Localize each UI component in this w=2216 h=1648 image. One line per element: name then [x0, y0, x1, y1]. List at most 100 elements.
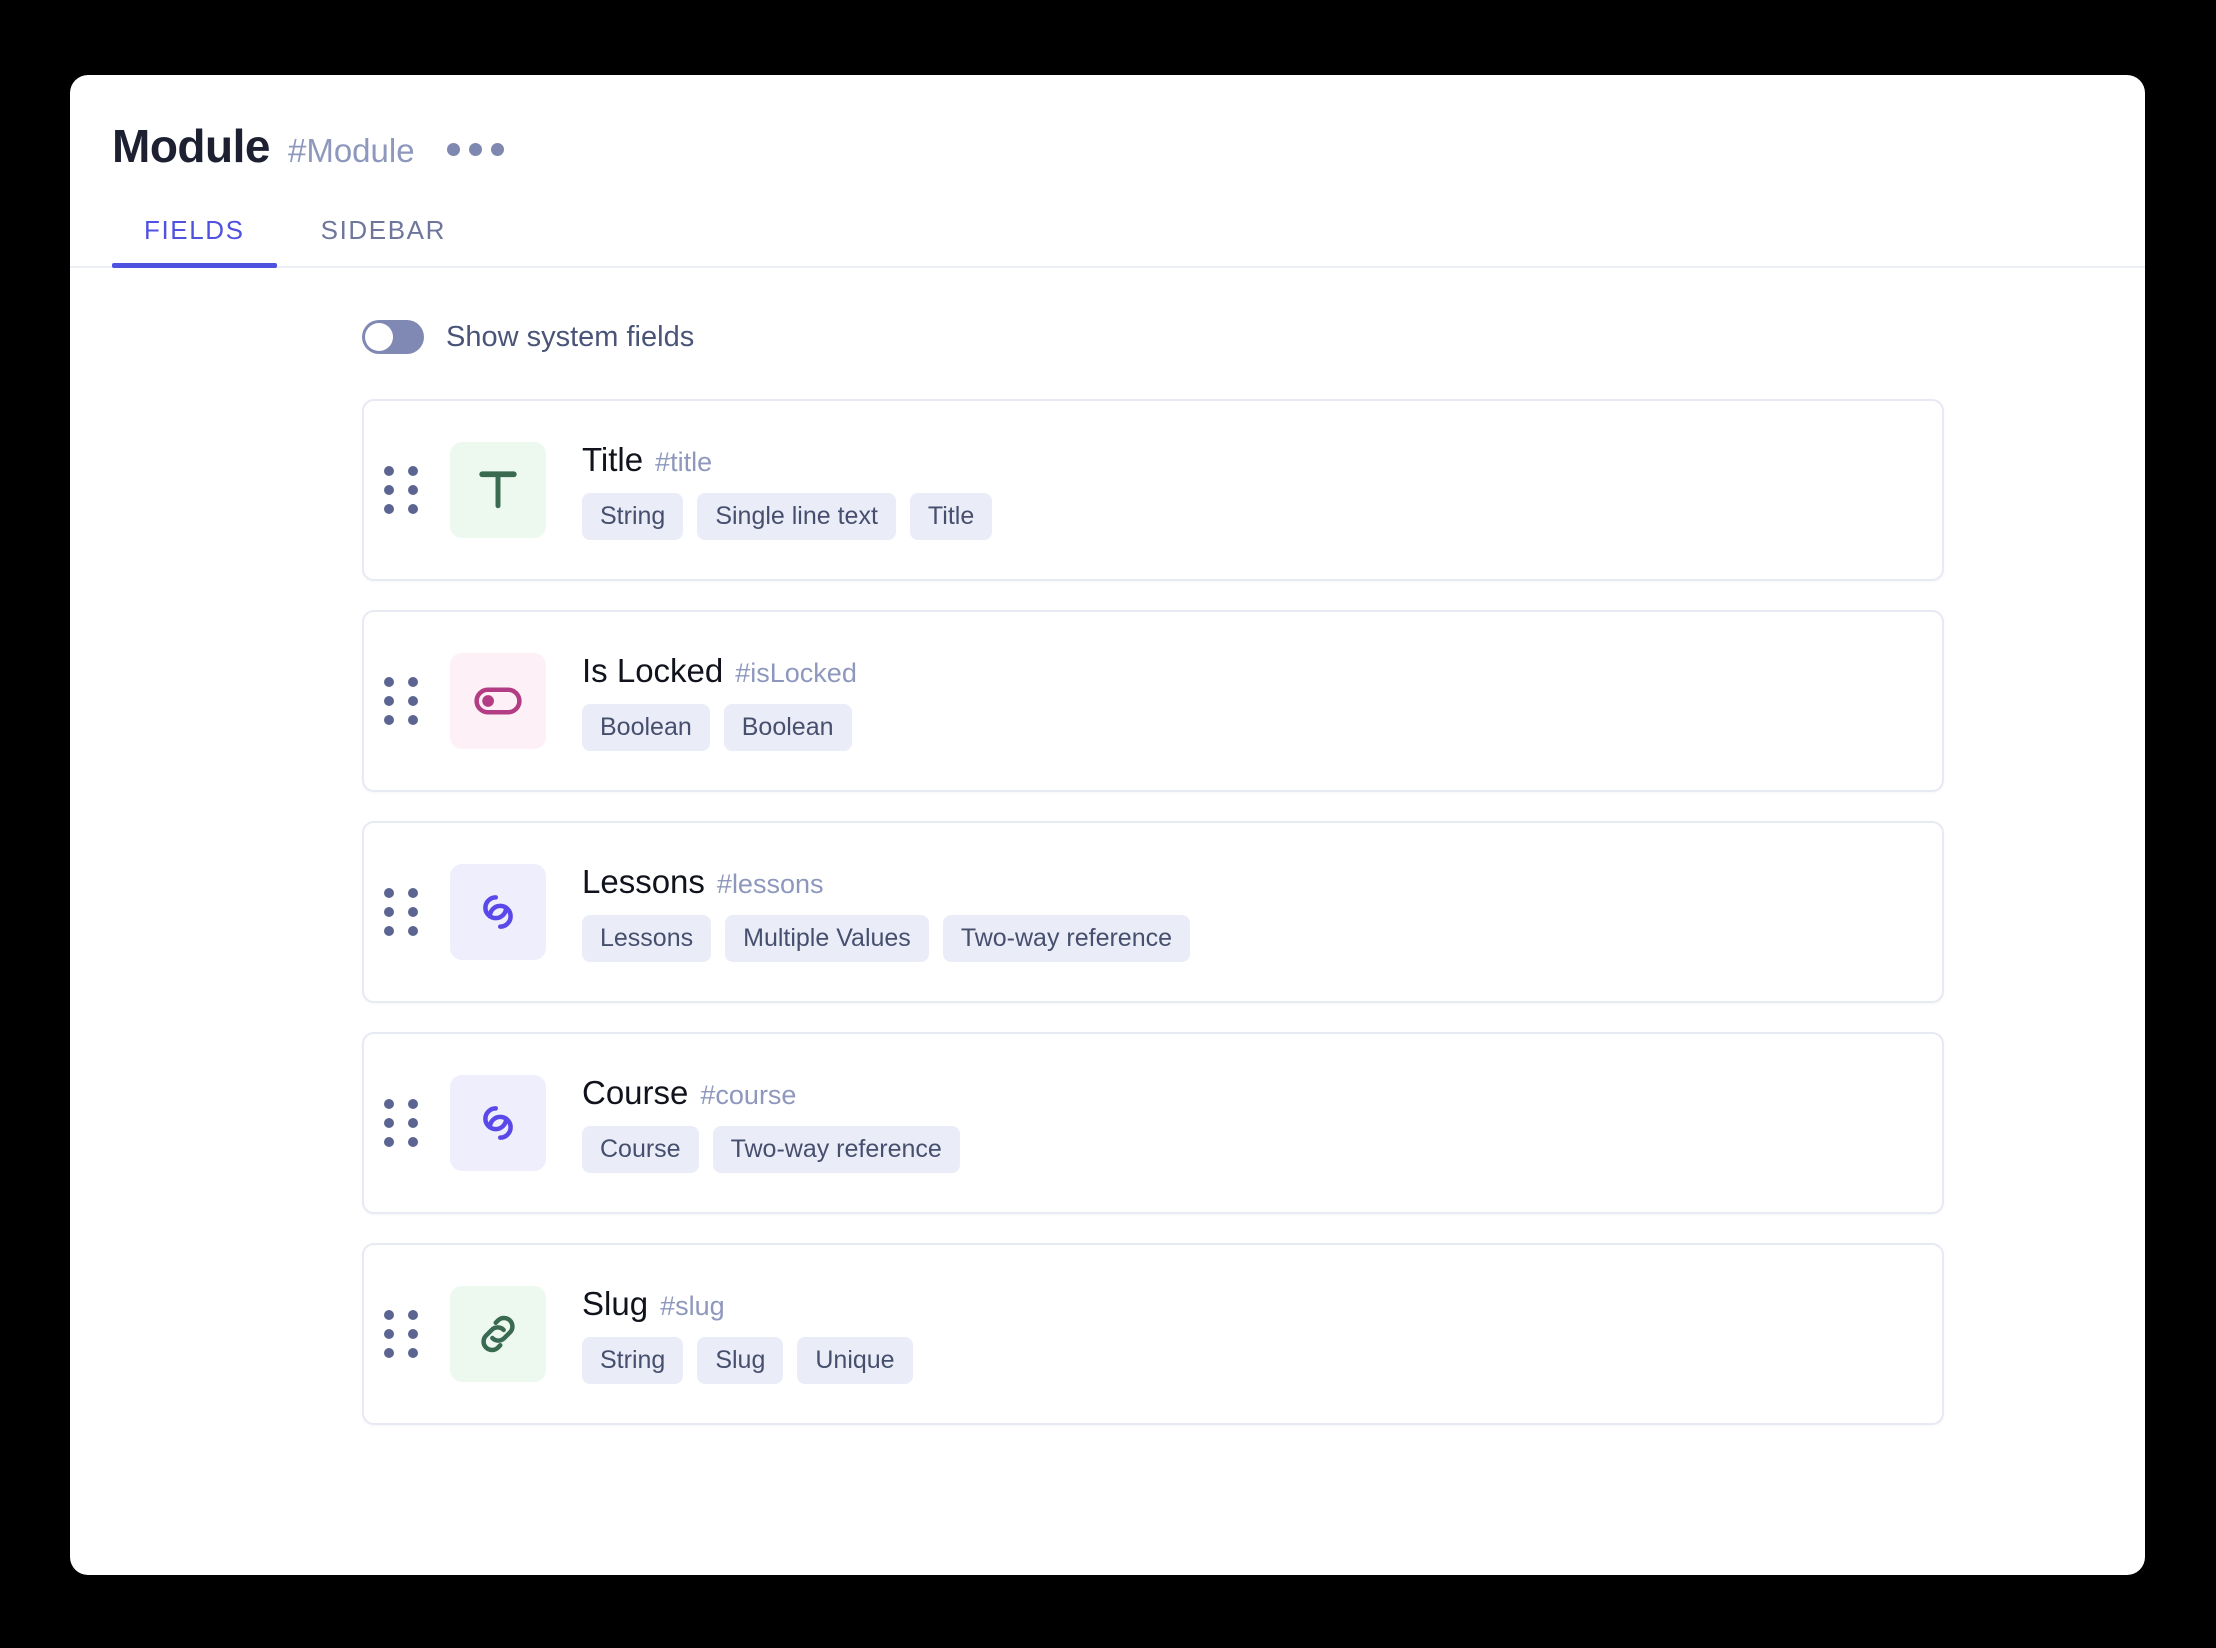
field-tag: Lessons	[582, 915, 711, 962]
drag-handle-icon[interactable]	[384, 466, 430, 514]
field-tag: Two-way reference	[713, 1126, 960, 1173]
field-name-line: Lessons #lessons	[582, 863, 1190, 901]
drag-handle-dot	[408, 888, 418, 898]
drag-handle-dot	[408, 926, 418, 936]
module-editor-card: Module #Module FIELDS SIDEBAR Show syste…	[70, 75, 2145, 1575]
field-tag: Two-way reference	[943, 915, 1190, 962]
field-tag: Boolean	[582, 704, 710, 751]
drag-handle-dot	[408, 504, 418, 514]
tab-bar: FIELDS SIDEBAR	[70, 205, 2145, 268]
drag-handle-dot	[384, 888, 394, 898]
drag-handle-icon[interactable]	[384, 677, 430, 725]
ellipsis-dot	[447, 143, 460, 156]
toggle-boolean-icon	[450, 653, 546, 749]
drag-handle-icon[interactable]	[384, 1310, 430, 1358]
tab-fields[interactable]: FIELDS	[112, 205, 277, 266]
drag-handle-dot	[384, 1329, 394, 1339]
field-name-line: Is Locked #isLocked	[582, 652, 857, 690]
field-tags: Lessons Multiple Values Two-way reference	[582, 915, 1190, 962]
field-row[interactable]: Title #title String Single line text Title	[362, 399, 1944, 581]
field-tag: Unique	[797, 1337, 912, 1384]
field-tag: Boolean	[724, 704, 852, 751]
drag-handle-dot	[408, 1348, 418, 1358]
drag-handle-dot	[384, 1099, 394, 1109]
field-tags: String Slug Unique	[582, 1337, 913, 1384]
field-tags: String Single line text Title	[582, 493, 992, 540]
tab-sidebar[interactable]: SIDEBAR	[289, 205, 478, 266]
drag-handle-dot	[408, 485, 418, 495]
field-details: Is Locked #isLocked Boolean Boolean	[582, 652, 857, 751]
field-name: Course	[582, 1074, 688, 1112]
drag-handle-dot	[408, 715, 418, 725]
ellipsis-dot	[491, 143, 504, 156]
text-t-icon	[450, 442, 546, 538]
drag-handle-dot	[408, 1329, 418, 1339]
field-tags: Boolean Boolean	[582, 704, 857, 751]
ellipsis-dot	[469, 143, 482, 156]
drag-handle-dot	[384, 1118, 394, 1128]
drag-handle-dot	[384, 677, 394, 687]
drag-handle-dot	[384, 926, 394, 936]
field-handle: #slug	[660, 1291, 725, 1322]
field-name: Title	[582, 441, 643, 479]
field-tags: Course Two-way reference	[582, 1126, 960, 1173]
fields-panel: Show system fields Title #title String Sing…	[70, 320, 2145, 1425]
drag-handle-dot	[384, 1348, 394, 1358]
page-handle: #Module	[288, 134, 415, 167]
drag-handle-dot	[384, 715, 394, 725]
field-details: Title #title String Single line text Title	[582, 441, 992, 540]
field-row[interactable]: Is Locked #isLocked Boolean Boolean	[362, 610, 1944, 792]
field-handle: #course	[700, 1080, 796, 1111]
show-system-fields-toggle[interactable]	[362, 320, 424, 354]
field-tag: Slug	[697, 1337, 783, 1384]
ellipsis-icon[interactable]	[445, 137, 506, 162]
drag-handle-dot	[408, 677, 418, 687]
chain-link-icon	[450, 1286, 546, 1382]
field-name-line: Course #course	[582, 1074, 960, 1112]
drag-handle-dot	[384, 1137, 394, 1147]
drag-handle-dot	[408, 466, 418, 476]
field-details: Slug #slug String Slug Unique	[582, 1285, 913, 1384]
drag-handle-icon[interactable]	[384, 888, 430, 936]
field-name: Lessons	[582, 863, 705, 901]
field-name: Slug	[582, 1285, 648, 1323]
field-tag: String	[582, 1337, 683, 1384]
drag-handle-dot	[384, 696, 394, 706]
field-name: Is Locked	[582, 652, 723, 690]
show-system-fields-label: Show system fields	[446, 321, 694, 354]
field-tag: String	[582, 493, 683, 540]
field-row[interactable]: Slug #slug String Slug Unique	[362, 1243, 1944, 1425]
field-handle: #isLocked	[735, 658, 857, 689]
fields-list: Title #title String Single line text Title Is…	[362, 399, 1944, 1425]
field-handle: #lessons	[717, 869, 824, 900]
field-details: Course#courseCourseTwo-way reference	[582, 1074, 960, 1173]
drag-handle-dot	[384, 466, 394, 476]
field-handle: #title	[655, 447, 712, 478]
drag-handle-dot	[408, 1137, 418, 1147]
page-title: Module	[112, 123, 270, 169]
field-tag: Single line text	[697, 493, 896, 540]
field-tag: Multiple Values	[725, 915, 929, 962]
drag-handle-dot	[408, 907, 418, 917]
drag-handle-dot	[384, 907, 394, 917]
field-details: Lessons#lessonsLessonsMultiple ValuesTwo…	[582, 863, 1190, 962]
field-name-line: Title #title	[582, 441, 992, 479]
drag-handle-dot	[384, 504, 394, 514]
field-name-line: Slug #slug	[582, 1285, 913, 1323]
drag-handle-dot	[384, 1310, 394, 1320]
field-row[interactable]: Course#courseCourseTwo-way reference	[362, 1032, 1944, 1214]
show-system-fields-row: Show system fields	[362, 320, 2145, 354]
reference-rings-icon	[450, 864, 546, 960]
drag-handle-dot	[408, 1118, 418, 1128]
drag-handle-dot	[408, 1099, 418, 1109]
drag-handle-dot	[408, 696, 418, 706]
page-header: Module #Module	[70, 75, 2145, 169]
reference-rings-icon	[450, 1075, 546, 1171]
drag-handle-dot	[408, 1310, 418, 1320]
drag-handle-icon[interactable]	[384, 1099, 430, 1147]
field-tag: Course	[582, 1126, 699, 1173]
drag-handle-dot	[384, 485, 394, 495]
field-row[interactable]: Lessons#lessonsLessonsMultiple ValuesTwo…	[362, 821, 1944, 1003]
field-tag: Title	[910, 493, 992, 540]
toggle-knob	[365, 323, 393, 351]
